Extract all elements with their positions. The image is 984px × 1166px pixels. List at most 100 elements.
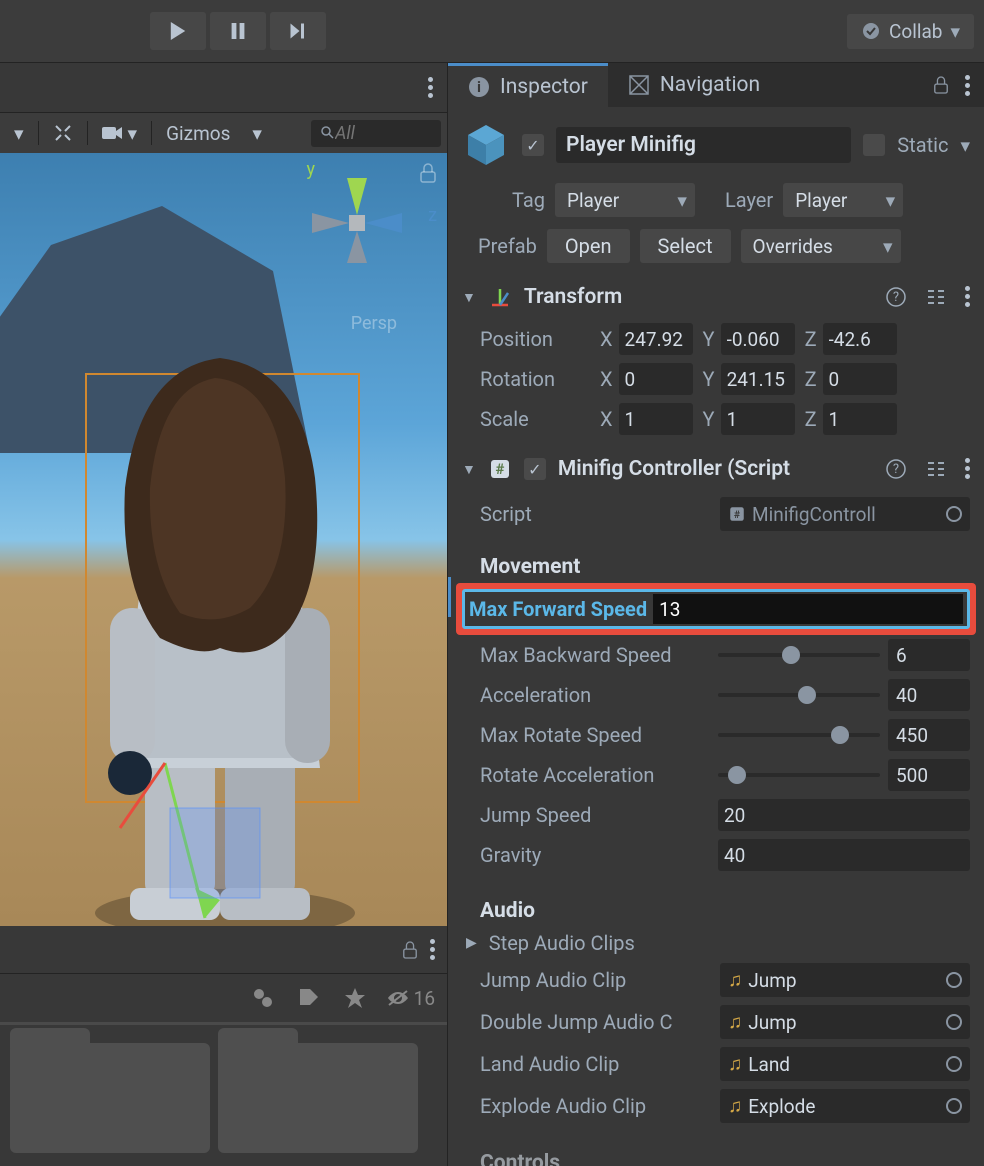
camera-dropdown[interactable]: ▾ [94,117,146,149]
play-controls [150,12,326,50]
static-checkbox[interactable] [863,134,885,156]
component-menu-icon[interactable] [965,286,970,308]
svg-text:?: ? [893,462,899,477]
play-button[interactable] [150,12,206,50]
help-icon[interactable]: ? [885,458,907,480]
tab-inspector[interactable]: i Inspector [448,63,608,107]
gameobject-header: Static ▾ [448,107,984,179]
star-icon[interactable] [340,983,370,1013]
scale-z-field[interactable] [823,403,897,435]
script-icon: # [488,457,512,481]
transform-icon [488,285,512,309]
component-enabled-checkbox[interactable] [524,458,546,480]
scene-toolbar: ▾ ▾ Gizmos ▾ [0,113,447,153]
inspector-tabs: i Inspector Navigation [448,63,984,107]
folder-item[interactable] [218,1043,418,1153]
prefab-overrides-dropdown[interactable]: Overrides [741,229,901,263]
lock-icon[interactable] [419,163,437,188]
gizmos-arrow[interactable]: ▾ [244,117,270,149]
jump-speed-field[interactable] [718,799,970,831]
max-backward-speed-slider[interactable] [718,653,880,657]
pause-button[interactable] [210,12,266,50]
lock-icon[interactable] [933,76,949,94]
gameobject-name-field[interactable] [556,127,851,163]
step-button[interactable] [270,12,326,50]
chevron-down-icon: ▾ [950,20,960,43]
project-folders [0,1022,447,1166]
object-picker-icon[interactable] [946,1014,962,1030]
scene-view[interactable]: y z Persp [0,153,447,926]
foldout-icon: ▼ [462,461,476,478]
collab-label: Collab [889,20,942,43]
double-jump-audio-field[interactable]: ♫Jump [720,1005,970,1039]
position-z-field[interactable] [823,323,897,355]
inspector-body: Static ▾ Tag Player Layer Player Prefab … [448,107,984,1166]
controls-section-title: Controls [448,1141,984,1166]
lock-icon[interactable] [402,941,418,959]
scene-search[interactable] [311,120,441,147]
axis-z-label: z [428,205,437,226]
panel-menu-icon[interactable] [430,939,435,960]
gravity-field[interactable] [718,839,970,871]
component-menu-icon[interactable] [965,458,970,480]
chevron-down-icon[interactable]: ▾ [960,134,970,157]
tools-icon[interactable] [45,117,81,149]
panel-menu-icon[interactable] [965,75,970,96]
rotate-acceleration-field[interactable] [888,759,970,791]
max-rotate-speed-field[interactable] [888,719,970,751]
max-backward-speed-field[interactable] [888,639,970,671]
preset-icon[interactable] [925,286,947,308]
max-rotate-speed-slider[interactable] [718,733,880,737]
orientation-gizmo[interactable] [297,163,417,283]
prefab-cube-icon [462,121,510,169]
foldout-icon[interactable]: ▶ [466,935,477,951]
acceleration-field[interactable] [888,679,970,711]
max-forward-speed-label: Max Forward Speed [469,597,647,621]
panel-menu-icon[interactable] [428,77,433,98]
scene-search-input[interactable] [335,123,395,144]
tag-label: Tag [512,188,545,212]
object-picker-icon[interactable] [946,1098,962,1114]
transform-component-header[interactable]: ▼ Transform ? [448,275,984,319]
object-picker-icon[interactable] [946,972,962,988]
folder-item[interactable] [10,1043,210,1153]
script-component-header[interactable]: ▼ # Minifig Controller (Script ? [448,447,984,491]
prefab-open-button[interactable]: Open [547,229,630,263]
filter-icon[interactable] [248,983,278,1013]
script-object-field[interactable]: # MinifigControll [720,497,970,531]
rotation-z-field[interactable] [823,363,897,395]
tab-navigation[interactable]: Navigation [608,63,780,107]
rotation-x-field[interactable] [619,363,693,395]
position-x-field[interactable] [619,323,693,355]
acceleration-slider[interactable] [718,693,880,697]
navigation-icon [628,74,650,96]
rotate-acceleration-slider[interactable] [718,773,880,777]
rotation-y-field[interactable] [721,363,795,395]
tag-dropdown[interactable]: Player [555,183,695,217]
scale-x-field[interactable] [619,403,693,435]
svg-text:i: i [477,78,481,96]
max-forward-speed-field[interactable] [653,594,963,624]
scale-y-field[interactable] [721,403,795,435]
foldout-icon: ▼ [462,289,476,306]
object-picker-icon[interactable] [946,506,962,522]
panel-header [0,63,447,113]
collab-dropdown[interactable]: Collab ▾ [847,14,974,49]
axis-y-label: y [306,159,315,180]
land-audio-field[interactable]: ♫Land [720,1047,970,1081]
prefab-label: Prefab [478,234,537,258]
preset-icon[interactable] [925,458,947,480]
layer-dropdown[interactable]: Player [783,183,903,217]
prefab-select-button[interactable]: Select [640,229,731,263]
info-icon: i [468,76,490,98]
explode-audio-field[interactable]: ♫Explode [720,1089,970,1123]
tag-icon[interactable] [294,983,324,1013]
object-picker-icon[interactable] [946,1056,962,1072]
shading-dropdown[interactable]: ▾ [6,117,32,149]
gizmos-dropdown[interactable]: Gizmos [158,117,238,149]
hidden-icon[interactable]: 16 [386,983,435,1013]
active-checkbox[interactable] [522,134,544,156]
jump-audio-field[interactable]: ♫Jump [720,963,970,997]
help-icon[interactable]: ? [885,286,907,308]
position-y-field[interactable] [721,323,795,355]
